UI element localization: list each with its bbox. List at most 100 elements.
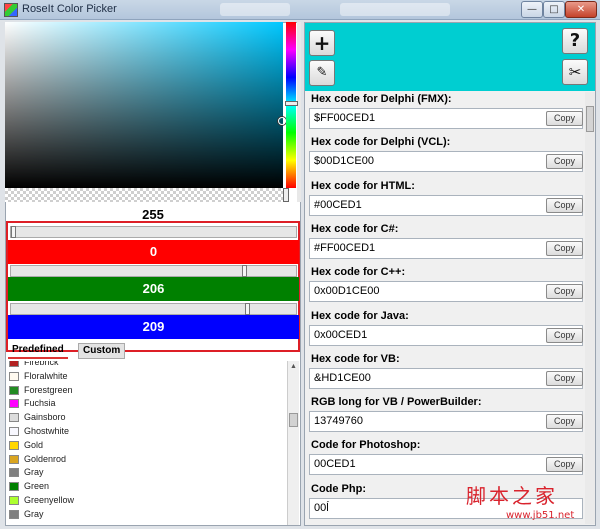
code-label: Hex code for Delphi (FMX): xyxy=(311,93,452,105)
watermark-text: 脚本之家 xyxy=(466,484,558,508)
code-value: $00D1CE00 xyxy=(314,155,374,168)
color-swatch xyxy=(9,495,19,505)
background-tab xyxy=(340,3,450,16)
maximize-button[interactable]: □ xyxy=(543,1,565,18)
minimize-button[interactable]: — xyxy=(521,1,543,18)
code-field[interactable]: $00D1CE00 xyxy=(309,151,583,173)
list-item[interactable]: Greenyellow xyxy=(6,493,286,507)
list-item[interactable]: Gray xyxy=(6,465,286,479)
list-item[interactable]: Gold xyxy=(6,438,286,452)
list-item[interactable]: Ghostwhite xyxy=(6,424,286,438)
color-swatch xyxy=(9,413,19,423)
color-swatch xyxy=(9,454,19,464)
color-name: Fuchsia xyxy=(24,398,56,409)
color-swatch xyxy=(9,385,19,395)
saturation-value-field[interactable] xyxy=(5,22,283,188)
close-button[interactable]: ✕ xyxy=(565,1,597,18)
add-color-button[interactable]: + xyxy=(309,30,335,56)
color-list: Firebrick Floralwhite Forestgreen Fuchsia Ga… xyxy=(6,361,286,525)
scroll-up-icon[interactable]: ▲ xyxy=(290,363,297,370)
color-name: Gray xyxy=(24,467,44,478)
code-field[interactable]: 0x00D1CE00 xyxy=(309,281,583,303)
color-name: Gold xyxy=(24,439,44,450)
tools-button[interactable]: ✂ xyxy=(562,59,588,85)
code-value: 0x00D1CE00 xyxy=(314,285,380,298)
code-field[interactable]: 00CED1 xyxy=(309,454,583,476)
code-value: &HD1CE00 xyxy=(314,371,371,384)
code-field[interactable]: 0x00CED1 xyxy=(309,324,583,346)
list-item[interactable]: Forestgreen xyxy=(6,383,286,397)
green-slider-thumb[interactable] xyxy=(242,265,247,277)
code-label: Hex code for Java: xyxy=(311,309,409,322)
copy-button[interactable]: Copy xyxy=(546,240,583,256)
code-value: #FF00CED1 xyxy=(314,241,376,254)
code-label: Hex code for C++: xyxy=(311,266,406,279)
green-channel-bar: 206 xyxy=(8,277,299,301)
list-item[interactable]: Floralwhite xyxy=(6,369,286,383)
code-field[interactable]: #00CED1 xyxy=(309,194,583,216)
color-name: Greenyellow xyxy=(24,494,75,505)
color-swatch xyxy=(9,482,19,492)
eyedropper-button[interactable]: ✎ xyxy=(309,60,335,86)
watermark-url: www.jb51.net xyxy=(506,510,575,521)
color-selector-handle[interactable] xyxy=(278,117,286,125)
red-slider[interactable] xyxy=(10,226,297,238)
copy-button[interactable]: Copy xyxy=(546,284,583,300)
red-slider-thumb[interactable] xyxy=(11,226,16,238)
scrollbar-thumb[interactable] xyxy=(289,413,298,427)
toolbar xyxy=(305,23,595,91)
copy-button[interactable]: Copy xyxy=(546,370,583,386)
code-label: Hex code for HTML: xyxy=(311,179,415,192)
copy-button[interactable]: Copy xyxy=(546,154,583,170)
code-value: $FF00CED1 xyxy=(314,112,376,124)
tab-custom[interactable]: Custom xyxy=(78,343,126,359)
codes-scrollbar[interactable] xyxy=(585,92,595,524)
copy-button[interactable]: Copy xyxy=(546,111,583,126)
green-slider[interactable] xyxy=(10,265,297,277)
code-label: Code Php: xyxy=(311,482,366,495)
blue-slider[interactable] xyxy=(10,303,297,315)
color-name: Floralwhite xyxy=(24,370,68,381)
help-button[interactable]: ? xyxy=(562,28,588,54)
list-item[interactable]: Fuchsia xyxy=(6,396,286,410)
color-name: Gray xyxy=(24,508,44,519)
color-swatch xyxy=(9,468,19,478)
code-label: Hex code for C#: xyxy=(311,222,399,235)
list-item[interactable]: Goldenrod xyxy=(6,452,286,466)
color-swatch xyxy=(9,371,19,381)
color-swatch xyxy=(9,426,19,436)
color-swatch xyxy=(9,361,19,367)
list-item[interactable]: Firebrick xyxy=(6,361,286,369)
list-item[interactable]: Gray xyxy=(6,507,286,521)
code-value: 00ĺ xyxy=(314,501,329,514)
alpha-slider-thumb[interactable] xyxy=(283,188,289,202)
blue-slider-thumb[interactable] xyxy=(245,303,250,315)
hue-track xyxy=(297,22,301,202)
color-list-scrollbar[interactable]: ▲ xyxy=(287,361,299,525)
window-title: RoseIt Color Picker xyxy=(22,3,117,15)
copy-button[interactable]: Copy xyxy=(546,414,583,430)
code-field[interactable]: #FF00CED1 xyxy=(309,237,583,259)
app-icon xyxy=(4,3,18,17)
title-bar: RoseIt Color Picker — □ ✕ xyxy=(0,0,600,20)
list-item[interactable]: Gainsboro xyxy=(6,410,286,424)
watermark: 脚本之家 www.jb51.net xyxy=(462,480,600,529)
copy-button[interactable]: Copy xyxy=(546,197,583,213)
color-name: Firebrick xyxy=(24,361,59,367)
color-swatch xyxy=(9,399,19,409)
hue-slider-thumb[interactable] xyxy=(285,101,298,106)
copy-button[interactable]: Copy xyxy=(546,327,583,343)
copy-button[interactable]: Copy xyxy=(546,457,583,473)
list-item[interactable]: Green xyxy=(6,479,286,493)
code-field[interactable]: $FF00CED1 xyxy=(309,108,583,129)
code-field[interactable]: &HD1CE00 xyxy=(309,367,583,389)
scrollbar-thumb[interactable] xyxy=(586,106,594,132)
color-swatch xyxy=(9,440,19,450)
color-name: Forestgreen xyxy=(24,384,73,395)
code-value: 00CED1 xyxy=(314,458,356,471)
alpha-slider[interactable] xyxy=(5,188,283,202)
code-label: Hex code for VB: xyxy=(311,352,400,365)
code-value: 0x00CED1 xyxy=(314,328,368,341)
tab-predefined[interactable]: Predefined xyxy=(8,343,68,359)
code-field[interactable]: 13749760 xyxy=(309,411,583,433)
